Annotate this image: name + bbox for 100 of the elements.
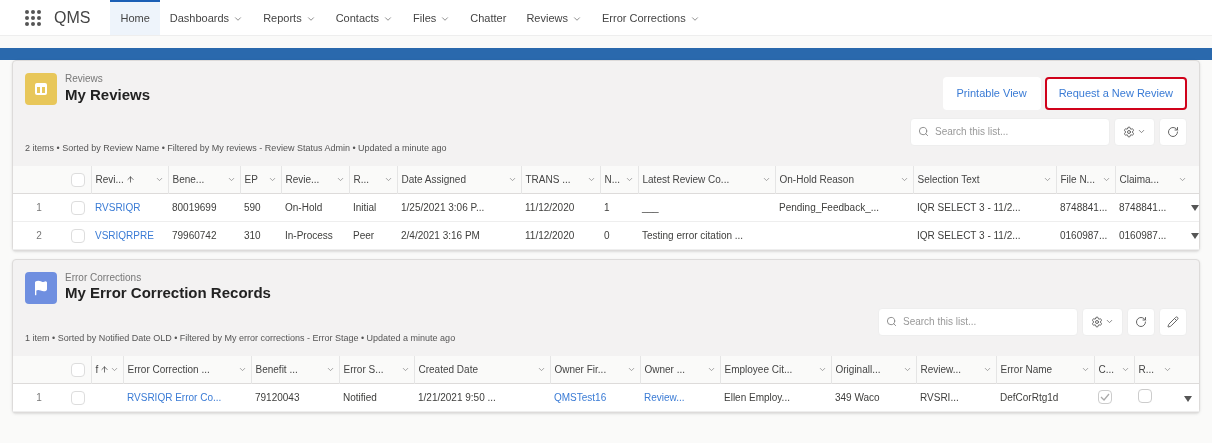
column-header[interactable]: Latest Review Co...: [642, 171, 771, 187]
header-button[interactable]: Printable View: [942, 77, 1041, 110]
column-header[interactable]: Bene...: [172, 171, 236, 187]
column-header[interactable]: Date Assigned: [401, 171, 517, 187]
app-name: QMS: [54, 7, 91, 28]
edit-button[interactable]: [1159, 307, 1187, 336]
nav-tab[interactable]: Home: [110, 0, 160, 35]
column-header[interactable]: R...: [1138, 362, 1172, 378]
column-header[interactable]: Originall...: [835, 362, 912, 378]
nav-tab[interactable]: Contacts: [325, 0, 404, 35]
table-cell: RVSRI...: [920, 392, 959, 404]
list-info-text: 1 item • Sorted by Notified Date OLD • Filtered by My error corrections - Error Stage • Updated a minute ago: [25, 332, 456, 343]
row-menu-icon[interactable]: [1191, 233, 1199, 240]
table-cell: 1/21/2021 9:50 ...: [418, 392, 496, 404]
column-header[interactable]: Error Correction ...: [127, 362, 247, 378]
table-cell: 79120043: [255, 392, 300, 404]
column-header[interactable]: R...: [353, 171, 393, 187]
list-title: My Reviews: [65, 85, 151, 105]
table-cell: 11/12/2020: [525, 229, 575, 241]
nav-tab[interactable]: Chatter: [460, 0, 517, 35]
column-header[interactable]: Claima...: [1119, 171, 1187, 187]
record-link[interactable]: RVSRIQR Error Co...: [127, 392, 222, 404]
column-header[interactable]: File N...: [1060, 171, 1111, 187]
row-number: 1: [36, 392, 42, 404]
table-cell: Testing error citation ...: [642, 229, 744, 241]
column-header[interactable]: Benefit ...: [255, 362, 335, 378]
row-checkbox[interactable]: [71, 391, 85, 406]
nav-tab[interactable]: Dashboards: [159, 0, 254, 35]
table-cell: Initial: [353, 201, 377, 213]
column-header[interactable]: Error Name: [1000, 362, 1090, 378]
table-cell: 0160987...: [1119, 229, 1167, 241]
column-header[interactable]: Revie...: [285, 171, 345, 187]
table-cell: DefCorRtg1d: [1000, 392, 1059, 404]
column-header[interactable]: On-Hold Reason: [779, 171, 909, 187]
table-cell: 8748841...: [1060, 201, 1108, 213]
object-label: Error Corrections: [65, 271, 143, 285]
nav-tab[interactable]: Files: [403, 0, 461, 35]
table-cell: Peer: [353, 229, 375, 241]
app-launcher-icon[interactable]: [24, 8, 42, 27]
column-header[interactable]: Owner Fir...: [554, 362, 636, 378]
column-header[interactable]: N...: [604, 171, 634, 187]
table-cell: 349 Waco: [835, 392, 880, 404]
refresh-button[interactable]: [1159, 117, 1187, 146]
table-cell: 0160987...: [1060, 229, 1108, 241]
table-cell: Ellen Employ...: [724, 392, 790, 404]
gear-icon: [1091, 315, 1103, 328]
column-header[interactable]: Created Date: [418, 362, 546, 378]
column-header[interactable]: Owner ...: [644, 362, 716, 378]
chevron-icon: [1137, 127, 1146, 136]
table-cell: 11/12/2020: [525, 201, 575, 213]
pencil-icon: [1167, 315, 1179, 328]
row-menu-icon[interactable]: [1191, 205, 1199, 212]
settings-menu-button[interactable]: [1114, 117, 1155, 146]
table-cell: IQR SELECT 3 - 11/2...: [917, 229, 1021, 241]
select-all-checkbox[interactable]: [70, 363, 85, 378]
list-info-text: 2 items • Sorted by Review Name • Filtered by My reviews - Review Status Admin • Updated a minute ago: [25, 142, 447, 153]
table-cell: 80019699: [172, 201, 217, 213]
search-field[interactable]: Search this list...: [910, 117, 1110, 146]
record-link[interactable]: Review...: [644, 392, 685, 404]
nav-tab[interactable]: Reviews: [516, 0, 592, 35]
row-checkbox[interactable]: [71, 229, 85, 244]
column-header[interactable]: Review...: [920, 362, 992, 378]
column-header[interactable]: Employee Cit...: [724, 362, 827, 378]
object-label: Reviews: [65, 73, 104, 86]
record-link[interactable]: VSRIQRPRE: [95, 229, 154, 241]
search-field[interactable]: Search this list...: [878, 307, 1078, 336]
refresh-icon: [1167, 125, 1179, 138]
column-header[interactable]: C...: [1098, 362, 1130, 378]
row-checkbox[interactable]: [71, 201, 85, 216]
column-header[interactable]: Error S...: [343, 362, 410, 378]
column-header[interactable]: Revi...: [95, 171, 164, 187]
column-header[interactable]: EP: [244, 171, 277, 187]
refresh-button[interactable]: [1127, 307, 1155, 336]
record-link[interactable]: RVSRIQR: [95, 201, 141, 213]
reviews-object-icon: [25, 73, 57, 105]
table-cell: Notified: [343, 392, 377, 404]
table-cell: 79960742: [172, 229, 217, 241]
refresh-icon: [1135, 315, 1147, 328]
gear-icon: [1123, 125, 1135, 138]
row-menu-icon[interactable]: [1183, 395, 1192, 402]
header-button[interactable]: Request a New Review: [1044, 77, 1187, 110]
table-cell: Pending_Feedback_...: [779, 201, 880, 213]
table-cell: In-Process: [285, 229, 333, 241]
flag-object-icon: [25, 271, 57, 304]
table-cell: 1: [604, 201, 610, 213]
row-number: 1: [36, 201, 42, 213]
record-link[interactable]: QMSTest16: [554, 392, 607, 404]
table-cell: 8748841...: [1119, 201, 1167, 213]
column-header[interactable]: TRANS ...: [525, 171, 596, 187]
table-cell: 590: [244, 201, 261, 213]
column-header[interactable]: f: [95, 362, 119, 378]
settings-menu-button[interactable]: [1082, 307, 1123, 336]
nav-tab[interactable]: Reports: [253, 0, 326, 35]
nav-tab[interactable]: Error Corrections: [591, 0, 710, 35]
select-all-checkbox[interactable]: [70, 172, 85, 187]
table-cell: 2/4/2021 3:16 PM: [401, 229, 480, 241]
table-cell: 1/25/2021 3:06 P...: [401, 201, 485, 213]
column-header[interactable]: Selection Text: [917, 171, 1052, 187]
table-cell: On-Hold: [285, 201, 323, 213]
table-cell: IQR SELECT 3 - 11/2...: [917, 201, 1021, 213]
